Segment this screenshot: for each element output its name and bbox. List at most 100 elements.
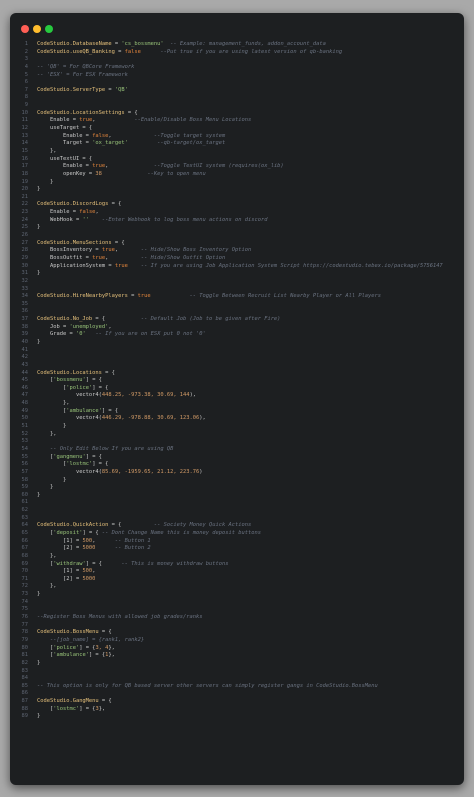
code-token: [: [37, 652, 54, 659]
line-source: [2] = 5000 -- Button 2: [37, 545, 151, 553]
close-button[interactable]: [21, 25, 29, 33]
line-number: 12: [21, 125, 29, 132]
code-token: }: [37, 178, 54, 185]
code-token: 3, 4: [95, 644, 109, 651]
code-token: ),: [199, 415, 206, 422]
code-token: },: [37, 147, 57, 154]
code-token: 'deposit': [53, 530, 83, 536]
code-line: 4 -- 'QB' = For QBCore Framework: [10, 64, 464, 72]
minimize-button[interactable]: [33, 25, 41, 33]
line-number: 53: [21, 438, 29, 445]
line-number: 25: [21, 224, 29, 231]
code-token: 5000: [82, 575, 96, 582]
code-token: = {: [111, 239, 125, 246]
line-number: 79: [21, 636, 29, 643]
line-source: Enable = false, --Toggle target system: [37, 133, 225, 141]
code-line: 53: [10, 438, 464, 446]
line-number: 23: [21, 209, 29, 216]
code-line: 38 Job = 'unemployed',: [10, 324, 464, 332]
code-token: CodeStudio.useQB_Banking: [37, 48, 115, 55]
code-line: 16 useTextUI = {: [10, 156, 464, 164]
line-source: vector4(448.25, -973.38, 30.69, 144),: [37, 392, 196, 400]
code-token: }: [37, 591, 41, 598]
line-number: 16: [21, 155, 29, 162]
code-token: 446.29, -978.88, 30.69, 123.06: [101, 415, 200, 422]
code-line: 65 ['deposit'] = { -- Dont Change Name t…: [10, 530, 464, 538]
line-number: 54: [21, 445, 29, 452]
line-source: -- Only Edit Below If you are using QB: [37, 446, 173, 454]
code-token: [2] =: [37, 575, 83, 582]
line-number: 28: [21, 247, 29, 254]
line-number: 55: [21, 453, 29, 460]
line-number: 13: [21, 132, 29, 139]
code-token: 'gangmenu': [53, 453, 86, 460]
code-token: --Register Boss Menus with allowed job g…: [37, 614, 203, 621]
code-token: [: [37, 461, 67, 468]
line-source: CodeStudio.MenuSections = {: [37, 240, 125, 248]
line-number: 51: [21, 423, 29, 430]
line-source: ['bossmenu'] = {: [37, 377, 102, 385]
code-token: -- This option is only for QB based serv…: [37, 682, 378, 689]
line-number: 40: [21, 338, 29, 345]
code-token: 'ox_target': [92, 140, 128, 147]
code-line: 1 CodeStudio.DatabaseName = 'cs_bossmenu'…: [10, 41, 464, 49]
code-token: }: [37, 476, 67, 483]
code-token: CodeStudio.QuickAction: [37, 522, 109, 529]
line-source: }: [37, 477, 66, 485]
code-token: WebHook =: [37, 216, 83, 223]
line-number: 37: [21, 316, 29, 323]
line-number: 44: [21, 369, 29, 376]
code-token: }: [37, 713, 41, 720]
code-line: 21: [10, 194, 464, 202]
code-token: ,: [108, 323, 112, 330]
line-number: 38: [21, 323, 29, 330]
line-source: }: [37, 186, 40, 194]
line-source: Enable = true, --Enable/Disable Boss Men…: [37, 117, 251, 125]
code-token: true: [137, 293, 151, 300]
code-line: 86: [10, 690, 464, 698]
maximize-button[interactable]: [45, 25, 53, 33]
line-number: 74: [21, 598, 29, 605]
code-token: -- Button 1: [95, 537, 151, 544]
code-line: 10 CodeStudio.LocationSettings = {: [10, 110, 464, 118]
line-source: ['withdraw'] = { -- This is money withdr…: [37, 561, 229, 569]
line-source: --Register Boss Menus with allowed job g…: [37, 614, 203, 622]
line-number: 58: [21, 476, 29, 483]
code-line: 60}: [10, 492, 464, 500]
code-token: false: [79, 209, 96, 216]
code-token: 85.69, -1959.65, 21.12, 223.76: [101, 468, 200, 475]
line-number: 34: [21, 293, 29, 300]
code-line: 54 -- Only Edit Below If you are using Q…: [10, 446, 464, 454]
code-editor[interactable]: 1 CodeStudio.DatabaseName = 'cs_bossmenu'…: [10, 41, 464, 721]
code-token: =: [127, 293, 138, 300]
line-source: ApplicationSystem = true -- If you are u…: [37, 263, 443, 271]
line-number: 24: [21, 216, 29, 223]
code-line: 74: [10, 599, 464, 607]
code-token: 'ambulance': [66, 407, 102, 414]
code-line: 83: [10, 668, 464, 676]
line-source: CodeStudio.HireNearbyPlayers = true -- T…: [37, 293, 381, 301]
code-token: ] = {: [79, 644, 96, 651]
line-number: 1: [24, 41, 28, 47]
code-token: = {: [108, 201, 122, 208]
code-line: 67 [2] = 5000 -- Button 2: [10, 545, 464, 553]
code-line: 29 BossOutfit = true, -- Hide/Show Outfi…: [10, 255, 464, 263]
window-titlebar: [10, 13, 464, 35]
code-token: ,: [92, 568, 96, 575]
code-token: }: [37, 423, 67, 430]
line-source: ['lostmc'] = {3},: [37, 706, 105, 714]
code-line: 66 [1] = 500, -- Button 1: [10, 538, 464, 546]
code-line: 42: [10, 354, 464, 362]
line-number: 41: [21, 346, 29, 353]
line-source: CodeStudio.Locations = {: [37, 370, 115, 378]
code-token: -- Hide/Show Outfit Option: [108, 254, 226, 261]
line-number: 22: [21, 201, 29, 208]
line-source: CodeStudio.No_Job = { -- Default Job (Jo…: [37, 316, 280, 324]
code-line: 81 ['ambulance'] = {1},: [10, 652, 464, 660]
line-source: }: [37, 270, 40, 278]
code-token: = {: [101, 369, 115, 376]
line-source: CodeStudio.DatabaseName = 'cs_bossmenu' …: [37, 41, 326, 49]
code-token: --Enable/Disable Boss Menu Locations: [95, 117, 252, 124]
line-number: 65: [21, 530, 29, 536]
code-line: 77: [10, 622, 464, 630]
